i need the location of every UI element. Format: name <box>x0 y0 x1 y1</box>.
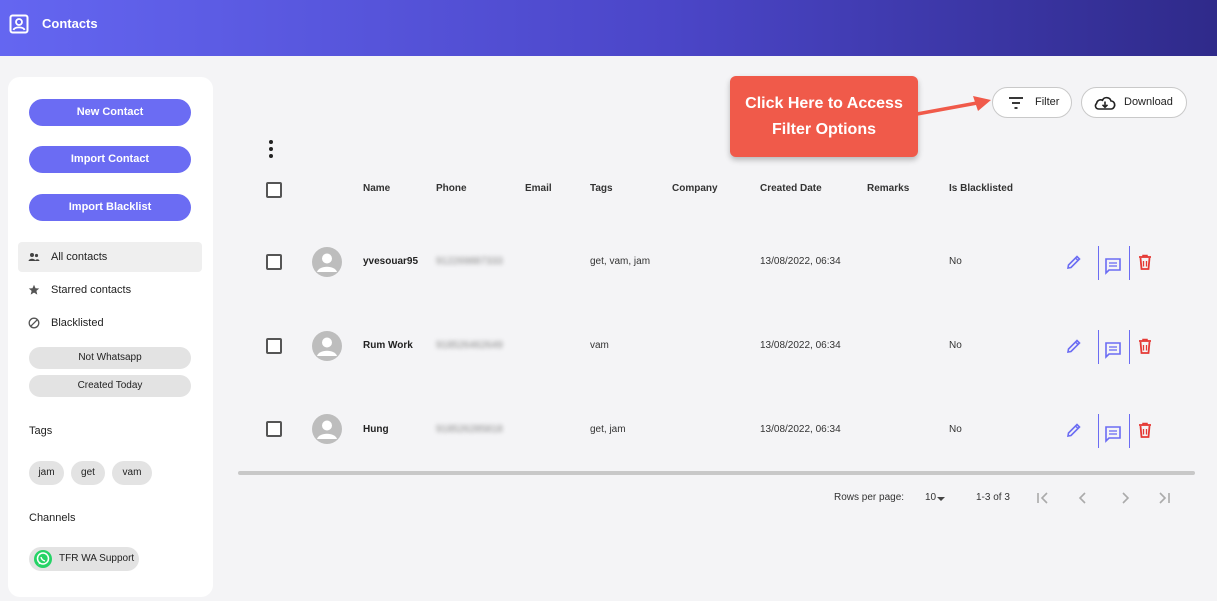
next-page-icon[interactable] <box>1117 490 1133 506</box>
column-header-created-date[interactable]: Created Date <box>760 183 822 194</box>
action-divider <box>1098 414 1099 448</box>
column-header-name[interactable]: Name <box>363 183 390 194</box>
callout-line-1: Click Here to Access <box>745 95 903 112</box>
tag-chip-get[interactable]: get <box>71 461 105 485</box>
contact-created-date: 13/08/2022, 06:34 <box>760 424 841 435</box>
action-divider <box>1098 246 1099 280</box>
message-icon[interactable] <box>1104 425 1122 443</box>
horizontal-scrollbar[interactable] <box>238 471 1195 475</box>
avatar <box>312 414 342 444</box>
contacts-icon <box>9 14 29 34</box>
new-contact-button[interactable]: New Contact <box>29 99 191 126</box>
sidebar-item-starred[interactable]: Starred contacts <box>18 275 202 305</box>
edit-icon[interactable] <box>1065 421 1083 439</box>
callout-arrow-icon <box>915 96 991 116</box>
tags-section-title: Tags <box>29 425 53 437</box>
delete-icon[interactable] <box>1136 253 1154 271</box>
import-blacklist-button[interactable]: Import Blacklist <box>29 194 191 221</box>
contact-name: yvesouar95 <box>363 256 419 267</box>
contact-is-blacklisted: No <box>949 256 962 267</box>
contact-tags: vam <box>590 340 609 351</box>
download-label: Download <box>1124 96 1173 108</box>
more-options-icon[interactable] <box>266 139 276 159</box>
contact-is-blacklisted: No <box>949 424 962 435</box>
row-checkbox[interactable] <box>266 338 282 354</box>
sidebar-item-label: All contacts <box>51 251 108 263</box>
message-icon[interactable] <box>1104 257 1122 275</box>
filter-chip-not-whatsapp[interactable]: Not Whatsapp <box>29 347 191 369</box>
column-header-is-blacklisted[interactable]: Is Blacklisted <box>949 183 1013 194</box>
last-page-icon[interactable] <box>1156 490 1172 506</box>
action-divider <box>1129 414 1130 448</box>
sidebar-item-all-contacts[interactable]: All contacts <box>18 242 202 272</box>
filter-icon <box>1009 97 1023 109</box>
channels-section-title: Channels <box>29 512 76 524</box>
star-icon <box>28 284 40 295</box>
column-header-email[interactable]: Email <box>525 183 552 194</box>
person-icon <box>317 337 337 356</box>
filter-label: Filter <box>1035 96 1060 108</box>
contact-tags: get, vam, jam <box>590 256 651 267</box>
column-header-remarks[interactable]: Remarks <box>867 183 909 194</box>
action-divider <box>1129 330 1130 364</box>
contact-phone: 918526462649 <box>436 340 503 351</box>
cloud-download-icon <box>1094 96 1116 110</box>
contact-name: Rum Work <box>363 340 413 351</box>
tag-chip-vam[interactable]: vam <box>112 461 152 485</box>
filter-chip-created-today[interactable]: Created Today <box>29 375 191 397</box>
people-icon <box>28 253 40 261</box>
person-icon <box>317 253 337 272</box>
whatsapp-icon <box>34 550 52 568</box>
sidebar-item-label: Blacklisted <box>51 317 104 329</box>
column-header-tags[interactable]: Tags <box>590 183 613 194</box>
delete-icon[interactable] <box>1136 421 1154 439</box>
contact-tags: get, jam <box>590 424 626 435</box>
person-icon <box>317 420 337 439</box>
first-page-icon[interactable] <box>1035 490 1051 506</box>
sidebar: New Contact Import Contact Import Blackl… <box>8 77 213 597</box>
block-icon <box>28 317 40 329</box>
channel-label: TFR WA Support <box>59 553 135 564</box>
contact-name: Hung <box>363 424 389 435</box>
column-header-phone[interactable]: Phone <box>436 183 467 194</box>
contact-created-date: 13/08/2022, 06:34 <box>760 340 841 351</box>
contact-phone: 912269887333 <box>436 256 503 267</box>
rows-per-page-select[interactable]: 10 <box>925 492 936 503</box>
row-checkbox[interactable] <box>266 254 282 270</box>
edit-icon[interactable] <box>1065 337 1083 355</box>
callout-line-2: Filter Options <box>772 121 876 138</box>
message-icon[interactable] <box>1104 341 1122 359</box>
sidebar-item-label: Starred contacts <box>51 284 132 296</box>
caret-down-icon[interactable] <box>936 496 946 502</box>
row-checkbox[interactable] <box>266 421 282 437</box>
edit-icon[interactable] <box>1065 253 1083 271</box>
contact-created-date: 13/08/2022, 06:34 <box>760 256 841 267</box>
avatar <box>312 331 342 361</box>
contact-phone: 918526285818 <box>436 424 503 435</box>
action-divider <box>1098 330 1099 364</box>
select-all-checkbox[interactable] <box>266 182 282 198</box>
sidebar-item-blacklisted[interactable]: Blacklisted <box>18 308 202 338</box>
delete-icon[interactable] <box>1136 337 1154 355</box>
avatar <box>312 247 342 277</box>
download-button[interactable]: Download <box>1081 87 1187 118</box>
page-title: Contacts <box>42 16 98 31</box>
top-bar: Contacts <box>0 0 1217 56</box>
filter-callout: Click Here to Access Filter Options <box>730 76 918 157</box>
contact-is-blacklisted: No <box>949 340 962 351</box>
action-divider <box>1129 246 1130 280</box>
rows-per-page-label: Rows per page: <box>834 492 905 503</box>
import-contact-button[interactable]: Import Contact <box>29 146 191 173</box>
column-header-company[interactable]: Company <box>672 183 718 194</box>
channel-chip[interactable]: TFR WA Support <box>29 547 139 571</box>
tag-chip-jam[interactable]: jam <box>29 461 64 485</box>
previous-page-icon[interactable] <box>1075 490 1091 506</box>
filter-button[interactable]: Filter <box>992 87 1072 118</box>
pagination-range: 1-3 of 3 <box>976 492 1010 503</box>
